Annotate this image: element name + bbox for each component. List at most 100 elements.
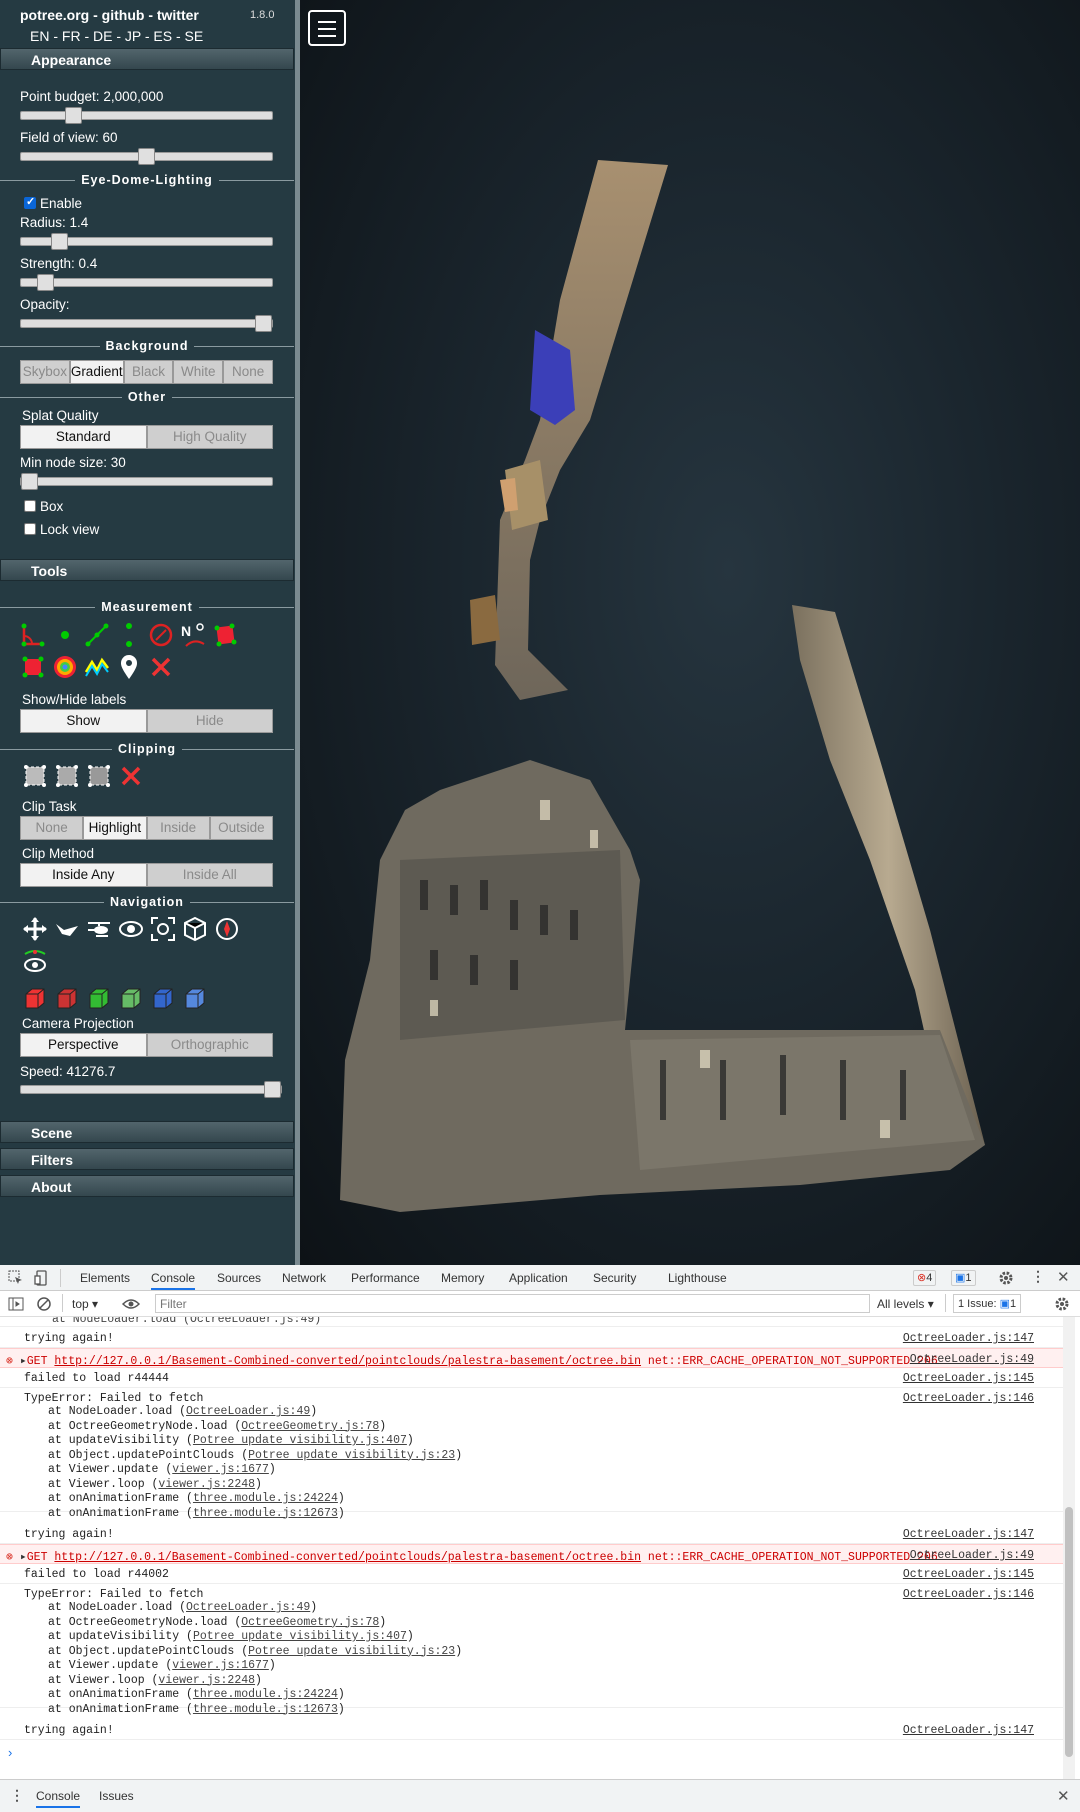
radius-slider[interactable]: [20, 233, 273, 250]
remove-measurements-icon[interactable]: [148, 654, 174, 680]
edl-enable-checkbox[interactable]: [24, 195, 36, 209]
tab-memory[interactable]: Memory: [441, 1271, 484, 1285]
stack-frame-link[interactable]: three.module.js:12673: [193, 1507, 338, 1520]
close-drawer-icon[interactable]: ✕: [1057, 1787, 1070, 1805]
earth-controls-icon[interactable]: [22, 916, 48, 942]
slider-knob[interactable]: [138, 148, 155, 165]
clear-console-icon[interactable]: [36, 1296, 52, 1312]
angle-measure-icon[interactable]: [20, 622, 46, 648]
circle-measure-icon[interactable]: [148, 622, 174, 648]
back-view-icon[interactable]: [118, 986, 144, 1012]
point-cloud-viewport[interactable]: [300, 0, 1080, 1265]
scene-header[interactable]: Scene: [0, 1121, 294, 1143]
stack-frame-link[interactable]: viewer.js:1677: [172, 1463, 269, 1476]
lock-view-checkbox[interactable]: [24, 523, 36, 535]
area-measure-icon[interactable]: [212, 622, 238, 648]
filters-header[interactable]: Filters: [0, 1148, 294, 1170]
clip-task-outside-button[interactable]: Outside: [209, 816, 273, 840]
fly-controls-icon[interactable]: [54, 916, 80, 942]
orbit-controls-icon[interactable]: [118, 916, 144, 942]
tab-security[interactable]: Security: [593, 1271, 636, 1285]
context-selector[interactable]: top ▾: [72, 1297, 98, 1311]
header-links[interactable]: potree.org - github - twitter: [20, 7, 199, 23]
about-header[interactable]: About: [0, 1175, 294, 1197]
distance-measure-icon[interactable]: [84, 622, 110, 648]
log-source-link[interactable]: OctreeLoader.js:145: [903, 1372, 1034, 1385]
tab-network[interactable]: Network: [282, 1271, 326, 1285]
tab-application[interactable]: Application: [509, 1271, 568, 1285]
stack-frame-link[interactable]: Potree update visibility.js:407: [193, 1434, 407, 1447]
request-url-link[interactable]: http://127.0.0.1/Basement-Combined-conve…: [54, 1551, 641, 1564]
log-source-link[interactable]: OctreeLoader.js:146: [903, 1392, 1034, 1405]
box-checkbox[interactable]: [24, 500, 36, 512]
sidebar-toggle-icon[interactable]: [8, 1296, 24, 1312]
background-black-button[interactable]: Black: [123, 360, 174, 384]
log-source-link[interactable]: OctreeLoader.js:147: [903, 1724, 1034, 1737]
fov-slider[interactable]: [20, 148, 273, 165]
stack-frame-link[interactable]: three.module.js:12673: [193, 1703, 338, 1716]
strength-slider[interactable]: [20, 274, 273, 291]
request-url-link[interactable]: http://127.0.0.1/Basement-Combined-conve…: [54, 1355, 641, 1368]
clip-volume-icon[interactable]: [22, 763, 48, 789]
sphere-volume-icon[interactable]: [52, 654, 78, 680]
close-devtools-icon[interactable]: ✕: [1057, 1268, 1070, 1286]
log-source-link[interactable]: OctreeLoader.js:49: [910, 1353, 1034, 1366]
stack-frame-link[interactable]: viewer.js:2248: [158, 1478, 255, 1491]
point-measure-icon[interactable]: [52, 622, 78, 648]
speed-slider[interactable]: [20, 1081, 282, 1098]
top-view-icon[interactable]: [150, 986, 176, 1012]
height-profile-icon[interactable]: [84, 654, 110, 680]
device-toolbar-icon[interactable]: [34, 1270, 50, 1286]
language-links[interactable]: EN - FR - DE - JP - ES - SE: [30, 28, 203, 44]
stack-frame-link[interactable]: viewer.js:1677: [172, 1659, 269, 1672]
slider-knob[interactable]: [65, 107, 82, 124]
tab-elements[interactable]: Elements: [80, 1271, 130, 1285]
hide-labels-button[interactable]: Hide: [146, 709, 273, 733]
clip-polygon-icon[interactable]: [54, 763, 80, 789]
remove-clipping-icon[interactable]: [118, 763, 144, 789]
clip-task-none-button[interactable]: None: [20, 816, 84, 840]
drawer-menu-icon[interactable]: ⋮: [10, 1787, 24, 1804]
log-source-link[interactable]: OctreeLoader.js:147: [903, 1332, 1034, 1345]
background-skybox-button[interactable]: Skybox: [20, 360, 70, 384]
point-budget-slider[interactable]: [20, 107, 273, 124]
clip-task-highlight-button[interactable]: Highlight: [83, 816, 147, 840]
tab-console[interactable]: Console: [151, 1271, 196, 1290]
stack-frame-link[interactable]: three.module.js:24224: [193, 1688, 338, 1701]
slider-knob[interactable]: [264, 1081, 281, 1098]
clip-inside-any-button[interactable]: Inside Any: [20, 863, 147, 887]
splat-standard-button[interactable]: Standard: [20, 425, 147, 449]
orthographic-button[interactable]: Orthographic: [146, 1033, 273, 1057]
bottom-view-icon[interactable]: [182, 986, 208, 1012]
clip-plane-icon[interactable]: [86, 763, 112, 789]
helicopter-controls-icon[interactable]: [86, 916, 112, 942]
log-source-link[interactable]: OctreeLoader.js:146: [903, 1588, 1034, 1601]
log-source-link[interactable]: OctreeLoader.js:49: [910, 1549, 1034, 1562]
drawer-tab-console[interactable]: Console: [36, 1789, 81, 1808]
stack-frame-link[interactable]: Potree update visibility.js:23: [248, 1449, 455, 1462]
azimuth-measure-icon[interactable]: N: [180, 622, 206, 648]
more-options-icon[interactable]: ⋮: [1031, 1268, 1045, 1285]
right-view-icon[interactable]: [54, 986, 80, 1012]
stack-frame-link[interactable]: OctreeGeometry.js:78: [241, 1420, 379, 1433]
tools-header[interactable]: Tools: [0, 559, 294, 581]
slider-knob[interactable]: [51, 233, 68, 250]
clip-task-inside-button[interactable]: Inside: [146, 816, 210, 840]
stack-frame-link[interactable]: viewer.js:2248: [158, 1674, 255, 1687]
compass-icon[interactable]: [214, 916, 240, 942]
console-settings-gear-icon[interactable]: [1054, 1296, 1070, 1312]
background-none-button[interactable]: None: [223, 360, 274, 384]
appearance-header[interactable]: Appearance: [0, 48, 294, 70]
console-prompt[interactable]: ›: [8, 1745, 12, 1760]
stack-frame-link[interactable]: Potree update visibility.js:23: [248, 1645, 455, 1658]
slider-knob[interactable]: [255, 315, 272, 332]
log-source-link[interactable]: OctreeLoader.js:147: [903, 1528, 1034, 1541]
issues-button[interactable]: 1 Issue: ▣1: [953, 1294, 1022, 1313]
message-counter[interactable]: ▣1: [951, 1270, 976, 1286]
opacity-slider[interactable]: [20, 315, 273, 332]
focus-extent-icon[interactable]: [150, 916, 176, 942]
tab-lighthouse[interactable]: Lighthouse: [668, 1271, 727, 1285]
show-labels-button[interactable]: Show: [20, 709, 147, 733]
height-measure-icon[interactable]: [116, 622, 142, 648]
background-gradient-button[interactable]: Gradient: [69, 360, 124, 384]
